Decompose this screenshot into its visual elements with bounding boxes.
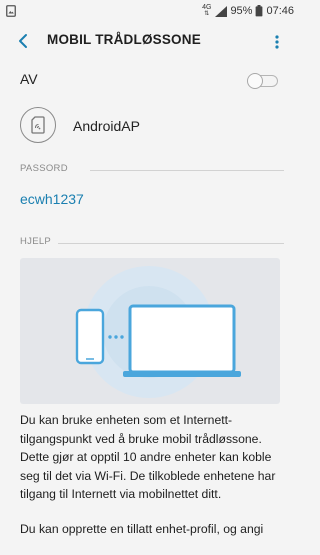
- battery-percent: 95%: [230, 5, 253, 17]
- gallery-notification-icon: [6, 5, 16, 17]
- password-section-header: PASSORD: [20, 163, 284, 177]
- more-vertical-icon: [275, 35, 279, 49]
- page-title: MOBIL TRÅDLØSSONE: [47, 32, 201, 47]
- help-paragraph: Du kan bruke enheten som et Internett-ti…: [20, 413, 276, 502]
- more-options-button[interactable]: [270, 31, 284, 53]
- hotspot-illustration-graphic: [75, 266, 241, 398]
- hotspot-device-icon: [31, 116, 45, 134]
- section-divider: [90, 170, 284, 171]
- help-illustration: [20, 258, 280, 404]
- password-value[interactable]: ecwh1237: [20, 191, 84, 207]
- network-type-indicator: 4G ⇅: [202, 4, 211, 18]
- help-paragraph: Du kan opprette en tillatt enhet-profil,…: [20, 521, 264, 536]
- hotspot-toggle-row[interactable]: AV: [20, 68, 280, 92]
- battery-icon: [256, 5, 263, 17]
- network-type: 4G: [202, 4, 212, 11]
- access-point-icon-frame: [20, 107, 56, 143]
- help-header: HJELP: [20, 236, 52, 247]
- help-description: Du kan bruke enheten som et Internett-ti…: [20, 411, 282, 555]
- data-arrows-icon: ⇅: [204, 11, 210, 17]
- signal-icon: [215, 5, 228, 17]
- status-bar: 4G ⇅ 95% 07:46: [0, 0, 300, 22]
- app-bar: MOBIL TRÅDLØSSONE: [0, 24, 300, 58]
- switch-thumb: [247, 73, 263, 89]
- access-point-name: AndroidAP: [73, 118, 140, 134]
- password-header: PASSORD: [20, 163, 68, 174]
- section-divider: [58, 243, 284, 244]
- help-section-header: HJELP: [20, 236, 284, 250]
- back-button[interactable]: [12, 30, 34, 52]
- hotspot-switch[interactable]: [247, 72, 278, 89]
- hotspot-state-label: AV: [20, 71, 38, 87]
- clock: 07:46: [266, 5, 294, 17]
- access-point-row[interactable]: AndroidAP: [20, 107, 280, 147]
- back-arrow-icon: [19, 34, 27, 48]
